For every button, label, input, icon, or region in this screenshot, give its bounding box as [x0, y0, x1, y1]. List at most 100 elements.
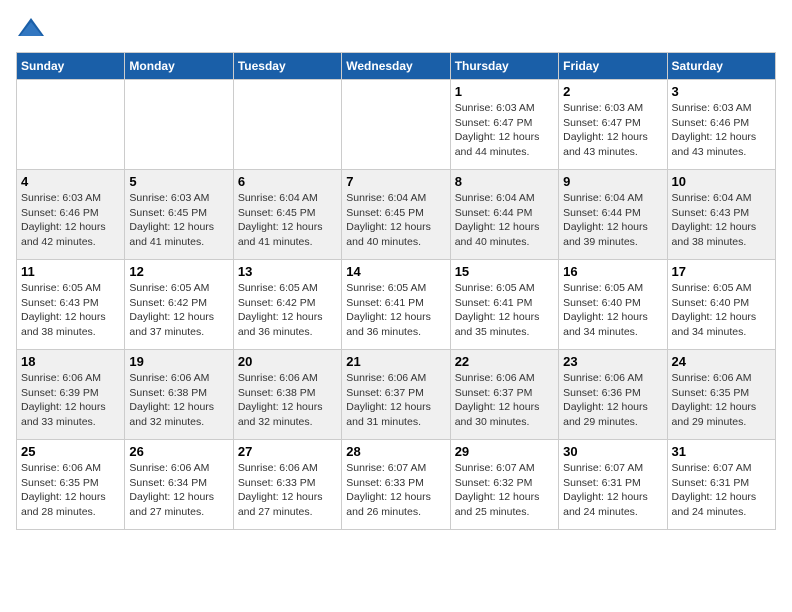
calendar-cell: 8 Sunrise: 6:04 AM Sunset: 6:44 PM Daylig… — [450, 170, 558, 260]
week-row-2: 4Sunrise: 6:03 AM Sunset: 6:46 PM Daylig… — [17, 170, 776, 260]
calendar-cell: 15Sunrise: 6:05 AM Sunset: 6:41 PM Dayli… — [450, 260, 558, 350]
day-number: 4 — [21, 174, 120, 189]
page-header — [16, 16, 776, 40]
calendar-table: SundayMondayTuesdayWednesdayThursdayFrid… — [16, 52, 776, 530]
day-info: Sunrise: 6:07 AM Sunset: 6:31 PM Dayligh… — [563, 461, 662, 520]
col-header-thursday: Thursday — [450, 53, 558, 80]
calendar-cell — [342, 80, 450, 170]
calendar-cell: 20 Sunrise: 6:06 AM Sunset: 6:38 PM Dayli… — [233, 350, 341, 440]
calendar-cell: 11 Sunrise: 6:05 AM Sunset: 6:43 PM Dayli… — [17, 260, 125, 350]
day-number: 8 — [455, 174, 554, 189]
day-info: Sunrise: 6:03 AM Sunset: 6:46 PM Dayligh… — [672, 101, 771, 160]
day-number: 3 — [672, 84, 771, 99]
day-info: Sunrise: 6:07 AM Sunset: 6:33 PM Dayligh… — [346, 461, 445, 520]
day-info: Sunrise: 6:05 AM Sunset: 6:40 PM Dayligh… — [563, 281, 662, 340]
calendar-cell: 25 Sunrise: 6:06 AM Sunset: 6:35 PM Dayli… — [17, 440, 125, 530]
day-number: 14 — [346, 264, 445, 279]
col-header-wednesday: Wednesday — [342, 53, 450, 80]
day-number: 23 — [563, 354, 662, 369]
day-number: 31 — [672, 444, 771, 459]
week-row-3: 11 Sunrise: 6:05 AM Sunset: 6:43 PM Dayli… — [17, 260, 776, 350]
day-info: Sunrise: 6:05 AM Sunset: 6:43 PM Dayligh… — [21, 281, 120, 340]
day-number: 1 — [455, 84, 554, 99]
calendar-cell: 16 Sunrise: 6:05 AM Sunset: 6:40 PM Dayli… — [559, 260, 667, 350]
calendar-cell: 17Sunrise: 6:05 AM Sunset: 6:40 PM Dayli… — [667, 260, 775, 350]
logo-icon — [16, 16, 46, 40]
calendar-cell: 19 Sunrise: 6:06 AM Sunset: 6:38 PM Dayli… — [125, 350, 233, 440]
day-number: 21 — [346, 354, 445, 369]
calendar-cell: 3 Sunrise: 6:03 AM Sunset: 6:46 PM Daylig… — [667, 80, 775, 170]
day-number: 25 — [21, 444, 120, 459]
day-number: 16 — [563, 264, 662, 279]
calendar-cell: 6 Sunrise: 6:04 AM Sunset: 6:45 PM Daylig… — [233, 170, 341, 260]
calendar-cell: 18 Sunrise: 6:06 AM Sunset: 6:39 PM Dayli… — [17, 350, 125, 440]
calendar-cell: 14 Sunrise: 6:05 AM Sunset: 6:41 PM Dayli… — [342, 260, 450, 350]
day-number: 5 — [129, 174, 228, 189]
day-number: 19 — [129, 354, 228, 369]
day-info: Sunrise: 6:06 AM Sunset: 6:36 PM Dayligh… — [563, 371, 662, 430]
calendar-cell: 22 Sunrise: 6:06 AM Sunset: 6:37 PM Dayli… — [450, 350, 558, 440]
day-number: 22 — [455, 354, 554, 369]
day-info: Sunrise: 6:05 AM Sunset: 6:42 PM Dayligh… — [238, 281, 337, 340]
day-info: Sunrise: 6:07 AM Sunset: 6:32 PM Dayligh… — [455, 461, 554, 520]
calendar-cell: 21 Sunrise: 6:06 AM Sunset: 6:37 PM Dayli… — [342, 350, 450, 440]
day-number: 7 — [346, 174, 445, 189]
day-number: 28 — [346, 444, 445, 459]
calendar-cell: 12Sunrise: 6:05 AM Sunset: 6:42 PM Dayli… — [125, 260, 233, 350]
calendar-cell: 10 Sunrise: 6:04 AM Sunset: 6:43 PM Dayli… — [667, 170, 775, 260]
calendar-cell: 23 Sunrise: 6:06 AM Sunset: 6:36 PM Dayli… — [559, 350, 667, 440]
day-number: 2 — [563, 84, 662, 99]
day-number: 26 — [129, 444, 228, 459]
day-info: Sunrise: 6:07 AM Sunset: 6:31 PM Dayligh… — [672, 461, 771, 520]
day-info: Sunrise: 6:05 AM Sunset: 6:41 PM Dayligh… — [346, 281, 445, 340]
day-info: Sunrise: 6:03 AM Sunset: 6:47 PM Dayligh… — [455, 101, 554, 160]
day-info: Sunrise: 6:04 AM Sunset: 6:44 PM Dayligh… — [563, 191, 662, 250]
day-info: Sunrise: 6:05 AM Sunset: 6:40 PM Dayligh… — [672, 281, 771, 340]
day-number: 24 — [672, 354, 771, 369]
day-info: Sunrise: 6:06 AM Sunset: 6:37 PM Dayligh… — [455, 371, 554, 430]
calendar-cell: 1 Sunrise: 6:03 AM Sunset: 6:47 PM Daylig… — [450, 80, 558, 170]
col-header-saturday: Saturday — [667, 53, 775, 80]
logo — [16, 16, 50, 40]
calendar-cell: 24 Sunrise: 6:06 AM Sunset: 6:35 PM Dayli… — [667, 350, 775, 440]
col-header-tuesday: Tuesday — [233, 53, 341, 80]
day-info: Sunrise: 6:03 AM Sunset: 6:47 PM Dayligh… — [563, 101, 662, 160]
col-header-friday: Friday — [559, 53, 667, 80]
day-number: 11 — [21, 264, 120, 279]
day-number: 29 — [455, 444, 554, 459]
day-number: 30 — [563, 444, 662, 459]
day-info: Sunrise: 6:04 AM Sunset: 6:45 PM Dayligh… — [346, 191, 445, 250]
day-info: Sunrise: 6:04 AM Sunset: 6:44 PM Dayligh… — [455, 191, 554, 250]
day-number: 12 — [129, 264, 228, 279]
day-number: 15 — [455, 264, 554, 279]
day-info: Sunrise: 6:06 AM Sunset: 6:34 PM Dayligh… — [129, 461, 228, 520]
calendar-cell: 9 Sunrise: 6:04 AM Sunset: 6:44 PM Daylig… — [559, 170, 667, 260]
calendar-cell — [17, 80, 125, 170]
calendar-cell: 30 Sunrise: 6:07 AM Sunset: 6:31 PM Dayli… — [559, 440, 667, 530]
day-number: 6 — [238, 174, 337, 189]
day-number: 9 — [563, 174, 662, 189]
day-info: Sunrise: 6:04 AM Sunset: 6:45 PM Dayligh… — [238, 191, 337, 250]
calendar-cell: 5Sunrise: 6:03 AM Sunset: 6:45 PM Daylig… — [125, 170, 233, 260]
calendar-cell: 28 Sunrise: 6:07 AM Sunset: 6:33 PM Dayli… — [342, 440, 450, 530]
day-number: 20 — [238, 354, 337, 369]
day-info: Sunrise: 6:06 AM Sunset: 6:38 PM Dayligh… — [129, 371, 228, 430]
day-info: Sunrise: 6:04 AM Sunset: 6:43 PM Dayligh… — [672, 191, 771, 250]
day-number: 10 — [672, 174, 771, 189]
calendar-cell: 27Sunrise: 6:06 AM Sunset: 6:33 PM Dayli… — [233, 440, 341, 530]
calendar-cell: 4Sunrise: 6:03 AM Sunset: 6:46 PM Daylig… — [17, 170, 125, 260]
calendar-cell: 29 Sunrise: 6:07 AM Sunset: 6:32 PM Dayli… — [450, 440, 558, 530]
day-info: Sunrise: 6:06 AM Sunset: 6:39 PM Dayligh… — [21, 371, 120, 430]
day-number: 18 — [21, 354, 120, 369]
col-header-sunday: Sunday — [17, 53, 125, 80]
col-header-monday: Monday — [125, 53, 233, 80]
calendar-cell: 31 Sunrise: 6:07 AM Sunset: 6:31 PM Dayli… — [667, 440, 775, 530]
day-info: Sunrise: 6:06 AM Sunset: 6:38 PM Dayligh… — [238, 371, 337, 430]
day-info: Sunrise: 6:06 AM Sunset: 6:35 PM Dayligh… — [672, 371, 771, 430]
day-number: 27 — [238, 444, 337, 459]
calendar-cell: 2 Sunrise: 6:03 AM Sunset: 6:47 PM Daylig… — [559, 80, 667, 170]
day-info: Sunrise: 6:06 AM Sunset: 6:37 PM Dayligh… — [346, 371, 445, 430]
calendar-cell — [125, 80, 233, 170]
day-info: Sunrise: 6:06 AM Sunset: 6:35 PM Dayligh… — [21, 461, 120, 520]
week-row-1: 1 Sunrise: 6:03 AM Sunset: 6:47 PM Daylig… — [17, 80, 776, 170]
